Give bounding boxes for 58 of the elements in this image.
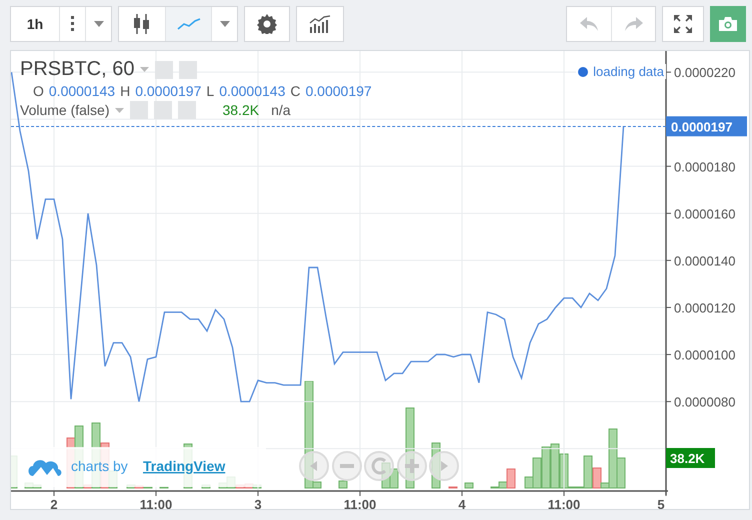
- fullscreen-button[interactable]: [662, 6, 704, 42]
- last-price-tag: 0.0000197: [666, 116, 747, 136]
- redo-icon: [624, 17, 642, 31]
- time-axis-label: 11:00: [140, 497, 172, 509]
- caret-icon: [115, 108, 124, 112]
- price-axis-label: 0.0000120: [674, 300, 736, 316]
- status-dot: [578, 66, 588, 76]
- zoom-in-icon[interactable]: [397, 451, 427, 481]
- zoom-out-icon[interactable]: [332, 451, 362, 481]
- price-axis-label: 0.0000080: [674, 394, 736, 410]
- ohlc-value: 0.0000143: [48, 83, 116, 99]
- volume-extra: n/a: [271, 102, 291, 118]
- cloud-logo-icon: [28, 460, 62, 476]
- caret-icon: [94, 21, 104, 27]
- time-axis-label: 5: [657, 497, 665, 509]
- ohlc-label: O: [33, 83, 44, 99]
- scroll-right-icon[interactable]: [429, 451, 459, 481]
- fullscreen-icon: [673, 14, 693, 34]
- tradingview-link[interactable]: TradingView: [143, 458, 226, 474]
- ohlc-label: L: [206, 83, 214, 99]
- indicators-button[interactable]: [296, 6, 344, 42]
- caret-icon: [220, 21, 230, 27]
- ohlc-value: 0.0000197: [135, 83, 202, 99]
- candles-icon: [133, 13, 151, 35]
- ohlc-label: H: [120, 83, 130, 99]
- time-axis-label: 11:00: [344, 497, 376, 509]
- branding-text: charts by: [71, 458, 128, 474]
- bar-chart-icon: [309, 15, 331, 33]
- price-axis-label: 0.0000220: [674, 65, 736, 80]
- symbol-title: PRSBTC, 60: [20, 58, 134, 81]
- volume-bar: [542, 446, 550, 488]
- screenshot-button[interactable]: [710, 6, 746, 42]
- time-axis-label: 11:00: [548, 497, 580, 509]
- volume-bar: [464, 482, 474, 488]
- caret-icon: [140, 67, 150, 72]
- price-axis-label: 0.0000140: [674, 253, 736, 268]
- time-axis-label: 2: [50, 497, 58, 509]
- camera-icon: [719, 17, 737, 31]
- undo-icon: [580, 17, 598, 31]
- ohlc-label: C: [290, 83, 300, 99]
- volume-tag: 38.2K: [666, 448, 715, 468]
- time-axis-label: 3: [254, 497, 262, 509]
- volume-title: Volume (false): [20, 102, 110, 118]
- ohlc-value: 0.0000143: [219, 83, 286, 99]
- price-axis-label: 0.0000180: [674, 159, 736, 174]
- scroll-left-icon[interactable]: [299, 451, 329, 481]
- status-text: loading data: [593, 64, 664, 79]
- volume-bar: [338, 480, 348, 488]
- time-axis-label: 4: [458, 497, 466, 509]
- volume-bar: [550, 444, 560, 488]
- price-axis-label: 0.0000160: [674, 206, 736, 222]
- reset-icon[interactable]: [364, 451, 394, 481]
- line-chart-icon: [176, 18, 200, 30]
- ohlc-value: 0.0000197: [306, 83, 372, 99]
- settings-button[interactable]: [244, 6, 290, 42]
- price-axis-label: 0.0000100: [674, 348, 736, 363]
- volume-value: 38.2K: [222, 102, 260, 118]
- kebab-icon: [70, 16, 74, 32]
